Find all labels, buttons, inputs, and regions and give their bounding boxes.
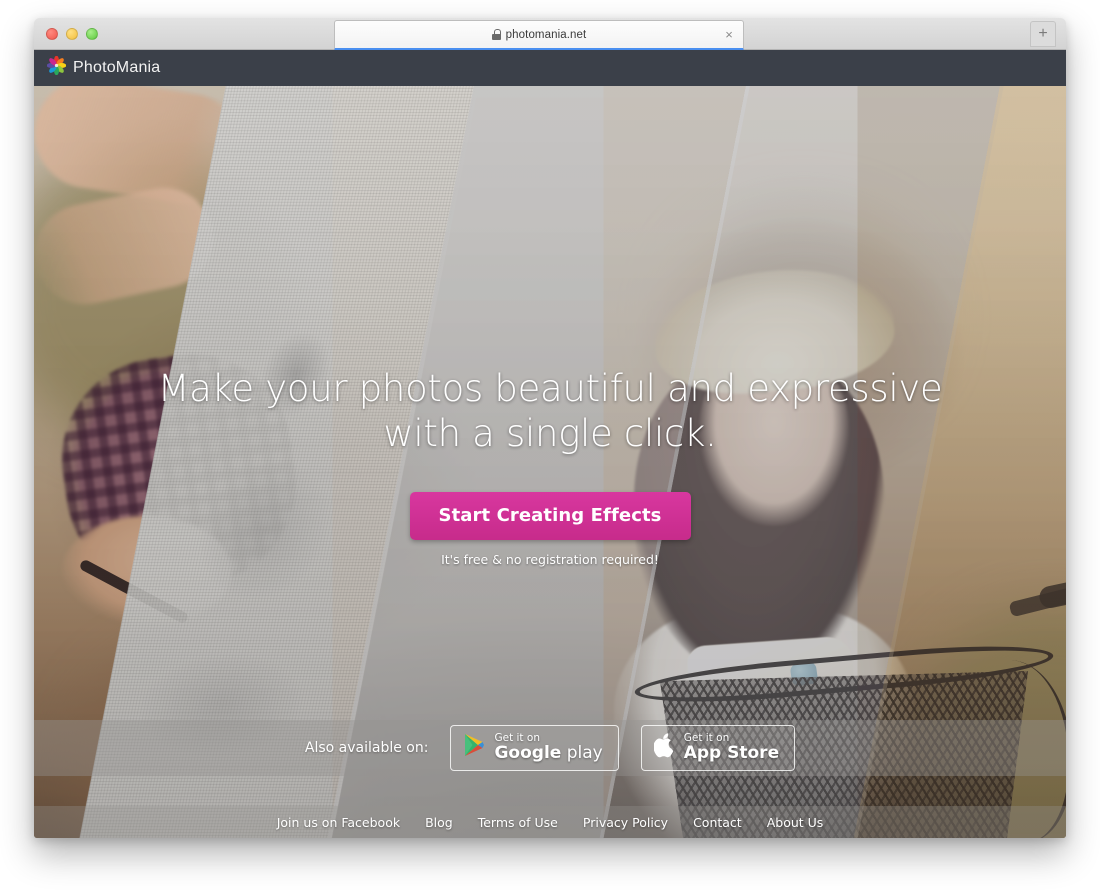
browser-tab[interactable]: photomania.net × <box>334 20 744 50</box>
site-navbar: PhotoMania <box>34 50 1066 86</box>
footer-link-terms-of-use[interactable]: Terms of Use <box>478 815 558 830</box>
footer-link-privacy-policy[interactable]: Privacy Policy <box>583 815 668 830</box>
cta-wrapper: Start Creating Effects It's free & no re… <box>34 492 1066 567</box>
brand-logo[interactable]: PhotoMania <box>46 55 161 80</box>
page-title: Make your photos beautiful and expressiv… <box>34 366 1066 456</box>
google-play-icon <box>463 733 485 762</box>
app-stores-bar: Also available on: Get it on Google play <box>34 720 1066 776</box>
headline-line-1: Make your photos beautiful and expressiv… <box>157 367 943 410</box>
stores-label: Also available on: <box>304 740 429 756</box>
google-play-word-play: play <box>561 743 603 764</box>
hero-section: Make your photos beautiful and expressiv… <box>34 86 1066 838</box>
window-controls <box>46 28 98 40</box>
window-minimize-button[interactable] <box>66 28 78 40</box>
hero-content: Make your photos beautiful and expressiv… <box>34 366 1066 567</box>
window-maximize-button[interactable] <box>86 28 98 40</box>
lock-icon <box>491 29 501 40</box>
google-play-badge[interactable]: Get it on Google play <box>450 725 619 771</box>
pinwheel-logo-icon <box>46 55 67 80</box>
tab-title: photomania.net <box>505 28 587 41</box>
app-store-badge[interactable]: Get it on App Store <box>640 725 796 771</box>
app-store-badge-text: Get it on App Store <box>684 733 779 763</box>
footer-link-blog[interactable]: Blog <box>425 815 453 830</box>
footer-link-about-us[interactable]: About Us <box>767 815 824 830</box>
footer-links: Join us on Facebook Blog Terms of Use Pr… <box>34 806 1066 838</box>
start-creating-effects-button[interactable]: Start Creating Effects <box>409 492 691 541</box>
apple-icon <box>653 733 675 763</box>
footer-link-contact[interactable]: Contact <box>693 815 742 830</box>
close-icon[interactable]: × <box>723 28 735 41</box>
browser-tab-strip: photomania.net × + <box>34 18 1066 50</box>
google-play-badge-big: Google play <box>494 743 603 764</box>
google-play-badge-text: Get it on Google play <box>494 733 602 763</box>
footer-link-facebook[interactable]: Join us on Facebook <box>277 815 400 830</box>
browser-window: photomania.net × + PhotoMania Make your … <box>34 18 1066 838</box>
cta-note: It's free & no registration required! <box>441 552 659 568</box>
window-close-button[interactable] <box>46 28 58 40</box>
google-play-word-google: Google <box>494 743 562 764</box>
brand-name: PhotoMania <box>73 59 161 76</box>
new-tab-button[interactable]: + <box>1030 21 1056 47</box>
app-store-badge-big: App Store <box>683 743 780 764</box>
tab-content: photomania.net <box>491 28 587 41</box>
headline-line-2: with a single click. <box>383 412 717 456</box>
